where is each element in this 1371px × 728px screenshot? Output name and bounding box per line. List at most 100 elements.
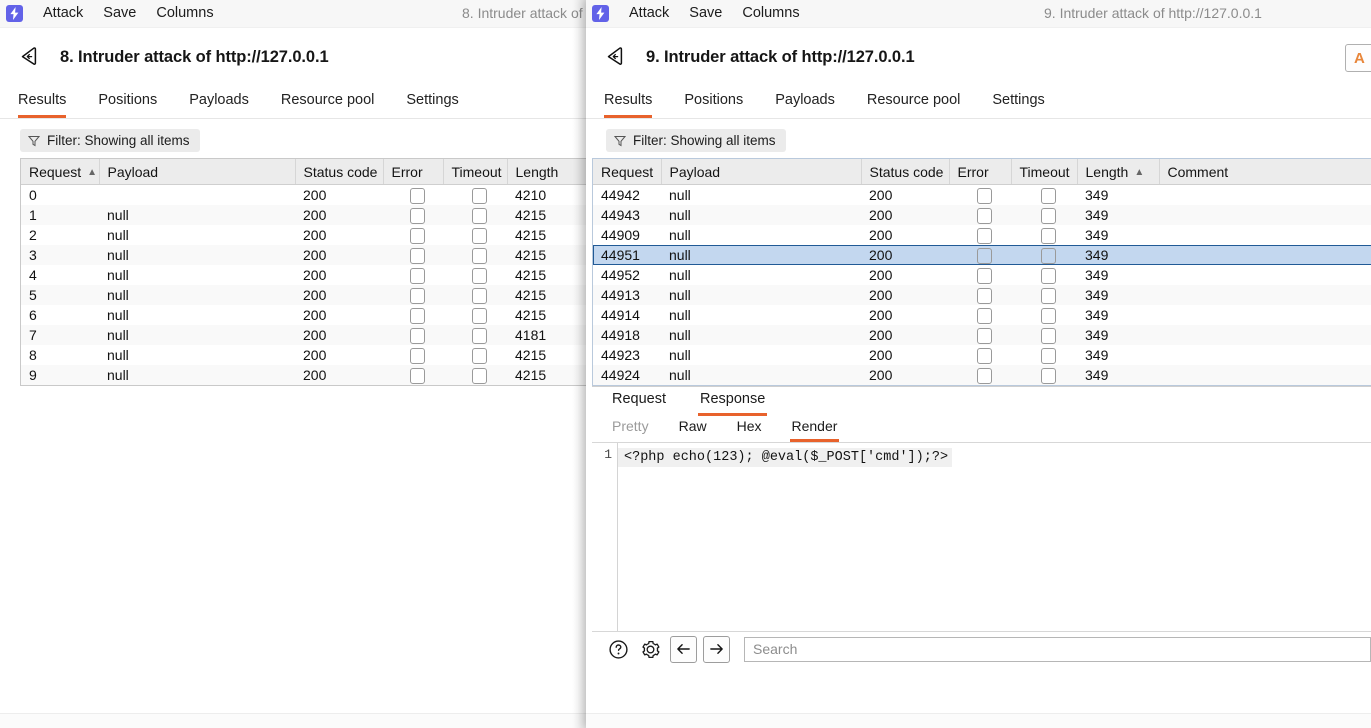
menu-columns[interactable]: Columns — [146, 0, 223, 27]
table-row[interactable]: 7 null 200 4181 — [21, 325, 588, 345]
timeout-checkbox[interactable] — [471, 327, 487, 344]
timeout-checkbox[interactable] — [471, 347, 487, 364]
timeout-checkbox[interactable] — [471, 267, 487, 284]
timeout-checkbox[interactable] — [471, 227, 487, 244]
tab-request[interactable]: Request — [610, 391, 668, 416]
table-row[interactable]: 44914 null 200 349 — [593, 305, 1371, 325]
back-arrow-kite-icon[interactable] — [604, 44, 630, 70]
header-corner-button[interactable]: A — [1345, 44, 1371, 72]
left-results-table[interactable]: Request ▲ Payload Status code Error Timeo… — [21, 159, 588, 385]
timeout-checkbox[interactable] — [1040, 307, 1056, 324]
error-checkbox[interactable] — [976, 307, 992, 324]
tab-positions[interactable]: Positions — [98, 92, 157, 118]
error-checkbox[interactable] — [409, 367, 425, 384]
col-header-payload[interactable]: Payload — [661, 159, 862, 185]
col-header-status-code[interactable]: Status code — [295, 159, 384, 185]
timeout-checkbox[interactable] — [1040, 247, 1056, 264]
col-header-request[interactable]: Request ▲ — [21, 159, 100, 185]
filter-chip[interactable]: Filter: Showing all items — [606, 129, 786, 152]
col-header-length[interactable]: Length — [507, 159, 588, 185]
tab-settings[interactable]: Settings — [406, 92, 458, 118]
error-checkbox[interactable] — [409, 347, 425, 364]
col-header-timeout[interactable]: Timeout — [443, 159, 508, 185]
error-checkbox[interactable] — [976, 367, 992, 384]
timeout-checkbox[interactable] — [1040, 227, 1056, 244]
timeout-checkbox[interactable] — [471, 207, 487, 224]
table-row[interactable]: 44943 null 200 349 — [593, 205, 1371, 225]
error-checkbox[interactable] — [409, 207, 425, 224]
table-row[interactable]: 44918 null 200 349 — [593, 325, 1371, 345]
view-tab-raw[interactable]: Raw — [677, 418, 709, 442]
menu-attack[interactable]: Attack — [33, 0, 93, 27]
timeout-checkbox[interactable] — [1040, 347, 1056, 364]
arrow-left-icon[interactable] — [670, 635, 697, 663]
timeout-checkbox[interactable] — [471, 247, 487, 264]
tab-payloads[interactable]: Payloads — [775, 92, 835, 118]
error-checkbox[interactable] — [409, 327, 425, 344]
error-checkbox[interactable] — [976, 247, 992, 264]
tab-payloads[interactable]: Payloads — [189, 92, 249, 118]
timeout-checkbox[interactable] — [1040, 267, 1056, 284]
view-tab-render[interactable]: Render — [789, 418, 840, 442]
view-tab-pretty[interactable]: Pretty — [610, 418, 651, 442]
timeout-checkbox[interactable] — [1040, 207, 1056, 224]
response-render-area[interactable]: 1 <?php echo(123); @eval($_POST['cmd']);… — [592, 442, 1371, 631]
table-row[interactable]: 4 null 200 4215 — [21, 265, 588, 285]
tab-resource-pool[interactable]: Resource pool — [281, 92, 375, 118]
error-checkbox[interactable] — [409, 287, 425, 304]
tab-results[interactable]: Results — [18, 92, 67, 118]
timeout-checkbox[interactable] — [471, 187, 487, 204]
col-header-error[interactable]: Error — [949, 159, 1012, 185]
back-arrow-kite-icon[interactable] — [18, 44, 44, 70]
error-checkbox[interactable] — [976, 267, 992, 284]
menu-attack[interactable]: Attack — [619, 0, 679, 27]
intruder-window-9[interactable]: Attack Save Columns 9. Intruder attack o… — [586, 0, 1371, 728]
table-row[interactable]: 3 null 200 4215 — [21, 245, 588, 265]
error-checkbox[interactable] — [976, 347, 992, 364]
error-checkbox[interactable] — [409, 267, 425, 284]
tab-positions[interactable]: Positions — [684, 92, 743, 118]
table-row[interactable]: 44909 null 200 349 — [593, 225, 1371, 245]
table-row-selected[interactable]: 44951 null 200 349 — [593, 245, 1371, 265]
col-header-timeout[interactable]: Timeout — [1011, 159, 1078, 185]
question-mark-circle-icon[interactable] — [606, 637, 630, 661]
right-results-table[interactable]: Request Payload Status code Error Timeou… — [593, 159, 1371, 385]
error-checkbox[interactable] — [976, 187, 992, 204]
error-checkbox[interactable] — [976, 287, 992, 304]
table-row[interactable]: 0 200 4210 — [21, 184, 588, 205]
error-checkbox[interactable] — [976, 327, 992, 344]
table-row[interactable]: 44924 null 200 349 — [593, 365, 1371, 385]
timeout-checkbox[interactable] — [471, 367, 487, 384]
col-header-error[interactable]: Error — [383, 159, 444, 185]
search-input[interactable] — [744, 636, 1371, 662]
error-checkbox[interactable] — [409, 227, 425, 244]
menu-save[interactable]: Save — [93, 0, 146, 27]
view-tab-hex[interactable]: Hex — [735, 418, 764, 442]
tab-resource-pool[interactable]: Resource pool — [867, 92, 961, 118]
table-row[interactable]: 2 null 200 4215 — [21, 225, 588, 245]
table-row[interactable]: 44942 null 200 349 — [593, 184, 1371, 205]
table-row[interactable]: 44923 null 200 349 — [593, 345, 1371, 365]
error-checkbox[interactable] — [409, 187, 425, 204]
table-row[interactable]: 44913 null 200 349 — [593, 285, 1371, 305]
timeout-checkbox[interactable] — [1040, 187, 1056, 204]
timeout-checkbox[interactable] — [471, 307, 487, 324]
table-row[interactable]: 1 null 200 4215 — [21, 205, 588, 225]
col-header-length[interactable]: Length ▲ — [1077, 159, 1160, 185]
arrow-right-icon[interactable] — [703, 635, 730, 663]
tab-settings[interactable]: Settings — [992, 92, 1044, 118]
error-checkbox[interactable] — [976, 227, 992, 244]
col-header-request[interactable]: Request — [593, 159, 662, 185]
menu-columns[interactable]: Columns — [732, 0, 809, 27]
timeout-checkbox[interactable] — [1040, 327, 1056, 344]
tab-response[interactable]: Response — [698, 391, 768, 416]
timeout-checkbox[interactable] — [471, 287, 487, 304]
tab-results[interactable]: Results — [604, 92, 653, 118]
error-checkbox[interactable] — [409, 247, 425, 264]
timeout-checkbox[interactable] — [1040, 367, 1056, 384]
table-row[interactable]: 44952 null 200 349 — [593, 265, 1371, 285]
error-checkbox[interactable] — [976, 207, 992, 224]
gear-icon[interactable] — [638, 637, 662, 661]
intruder-window-8[interactable]: Attack Save Columns 8. Intruder attack o… — [0, 0, 588, 728]
col-header-payload[interactable]: Payload — [99, 159, 296, 185]
